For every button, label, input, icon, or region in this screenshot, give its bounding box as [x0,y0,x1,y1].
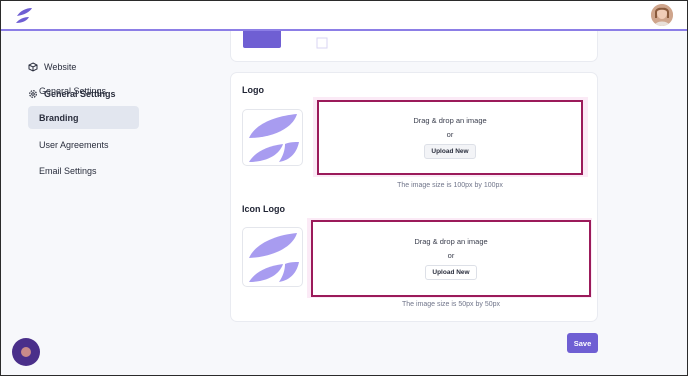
sidebar-item-general-settings-sub[interactable]: General Settings [28,79,139,102]
previous-settings-card [230,31,598,62]
save-button[interactable]: Save [567,333,598,353]
logo-upload-button[interactable]: Upload New [424,144,476,159]
sidebar-item-label: General Settings [39,85,107,96]
icon-logo-upload-button[interactable]: Upload New [425,265,477,280]
sidebar-website-label: Website [44,62,77,72]
chat-launcher-icon[interactable] [12,338,40,366]
faded-placeholder-icon [316,37,328,49]
logo-section-title: Logo [242,85,264,95]
sidebar-item-email-settings[interactable]: Email Settings [28,159,139,182]
cube-icon [28,62,38,72]
icon-logo-drop-or: or [447,251,455,260]
sidebar-item-user-agreements[interactable]: User Agreements [28,133,139,156]
logo-drop-or: or [446,130,454,139]
logo-preview [242,109,303,166]
sidebar-item-label: User Agreements [39,139,109,150]
icon-logo-drop-zone[interactable]: Drag & drop an image or Upload New [311,220,591,297]
sidebar-item-label: Email Settings [39,165,97,176]
icon-logo-section-title: Icon Logo [242,204,285,214]
sidebar-item-branding[interactable]: Branding [28,106,139,129]
sidebar-item-label: Branding [39,112,79,123]
sidebar: Website General Settings General Setting… [1,31,151,375]
branding-card: Logo Drag & drop an image or Upload New … [230,72,598,322]
chat-dot [21,347,31,357]
user-avatar[interactable] [651,4,673,26]
leaf-icon-logo-icon [248,233,299,282]
icon-logo-drop-text: Drag & drop an image [414,237,488,246]
top-bar [1,1,687,31]
icon-logo-size-note: The image size is 50px by 50px [401,301,501,308]
icon-logo-preview [242,227,303,287]
leaf-logo-icon [248,113,299,162]
logo-size-note: The image size is 100px by 100px [397,182,503,189]
color-swatch-button[interactable] [243,31,281,48]
logo-drop-text: Drag & drop an image [413,116,487,125]
sidebar-item-website[interactable]: Website [28,62,76,72]
logo-drop-zone[interactable]: Drag & drop an image or Upload New [317,100,583,175]
feather-logo-icon[interactable] [14,6,34,26]
